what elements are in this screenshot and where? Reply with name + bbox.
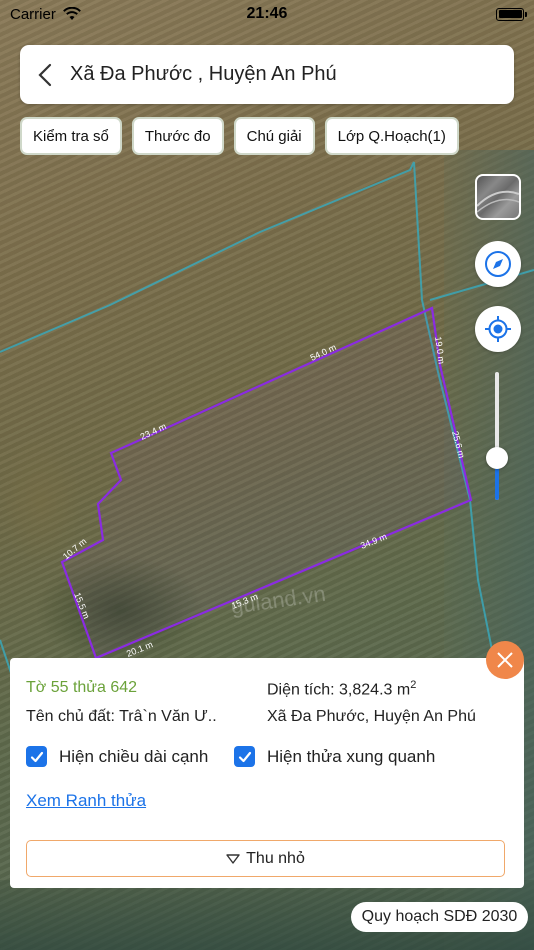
location-header: Xã Đa Phước , Huyện An Phú: [20, 45, 514, 104]
compass-button[interactable]: [475, 241, 521, 287]
location-title: Xã Đa Phước , Huyện An Phú: [70, 63, 337, 85]
my-location-button[interactable]: [475, 306, 521, 352]
neighbors-toggle[interactable]: Hiện thửa xung quanh: [234, 746, 435, 767]
wifi-icon: [62, 7, 81, 20]
status-bar: Carrier 21:46: [0, 0, 534, 28]
view-boundary-link[interactable]: Xem Ranh thửa: [26, 791, 146, 811]
battery-icon: [496, 7, 527, 21]
planning-badge[interactable]: Quy hoạch SDĐ 2030: [351, 902, 528, 932]
checkbox-checked-icon[interactable]: [234, 746, 255, 767]
back-button[interactable]: [20, 45, 70, 104]
close-button[interactable]: [486, 641, 524, 679]
parcel-area: Diện tích: 3,824.3 m2: [267, 679, 416, 699]
owner-name: Tên chủ đất: Trâ`n Văn Ư..: [26, 708, 217, 725]
planning-layer-button[interactable]: Lớp Q.Hoạch(1): [324, 117, 459, 155]
parcel-id: Tờ 55 thửa 642: [26, 679, 138, 696]
carrier-group: Carrier: [10, 6, 82, 23]
legend-button[interactable]: Chú giải: [233, 117, 315, 155]
zoom-slider[interactable]: [486, 372, 508, 500]
chevron-left-icon: [38, 63, 52, 86]
parcel-info-panel: Tờ 55 thửa 642 Diện tích: 3,824.3 m2 Tên…: [10, 658, 524, 888]
map-toolbar: Kiểm tra sổ Thước đo Chú giải Lớp Q.Hoạc…: [20, 117, 459, 155]
parcel-location: Xã Đa Phước, Huyện An Phú: [267, 708, 476, 725]
checkbox-checked-icon[interactable]: [26, 746, 47, 767]
compass-icon: [485, 251, 511, 277]
crosshair-icon: [485, 316, 511, 342]
edge-length-toggle[interactable]: Hiện chiều dài cạnh: [26, 746, 208, 767]
zoom-slider-knob[interactable]: [486, 446, 508, 469]
area-unit-superscript: 2: [410, 679, 417, 691]
neighbor-parcel-line: [0, 161, 415, 353]
basemap-switch-button[interactable]: [475, 174, 521, 220]
ruler-button[interactable]: Thước đo: [131, 117, 224, 155]
carrier-label: Carrier: [10, 5, 56, 23]
triangle-down-icon: [226, 853, 240, 864]
collapse-label: Thu nhỏ: [246, 849, 305, 867]
close-icon: [497, 652, 513, 668]
check-book-button[interactable]: Kiểm tra sổ: [20, 117, 122, 155]
collapse-button[interactable]: Thu nhỏ: [26, 840, 505, 877]
neighbors-label: Hiện thửa xung quanh: [267, 746, 436, 766]
parcel-area-value: Diện tích: 3,824.3 m: [267, 681, 411, 699]
satellite-layer-icon: [477, 190, 519, 213]
edge-length-label: Hiện chiều dài cạnh: [59, 746, 209, 766]
